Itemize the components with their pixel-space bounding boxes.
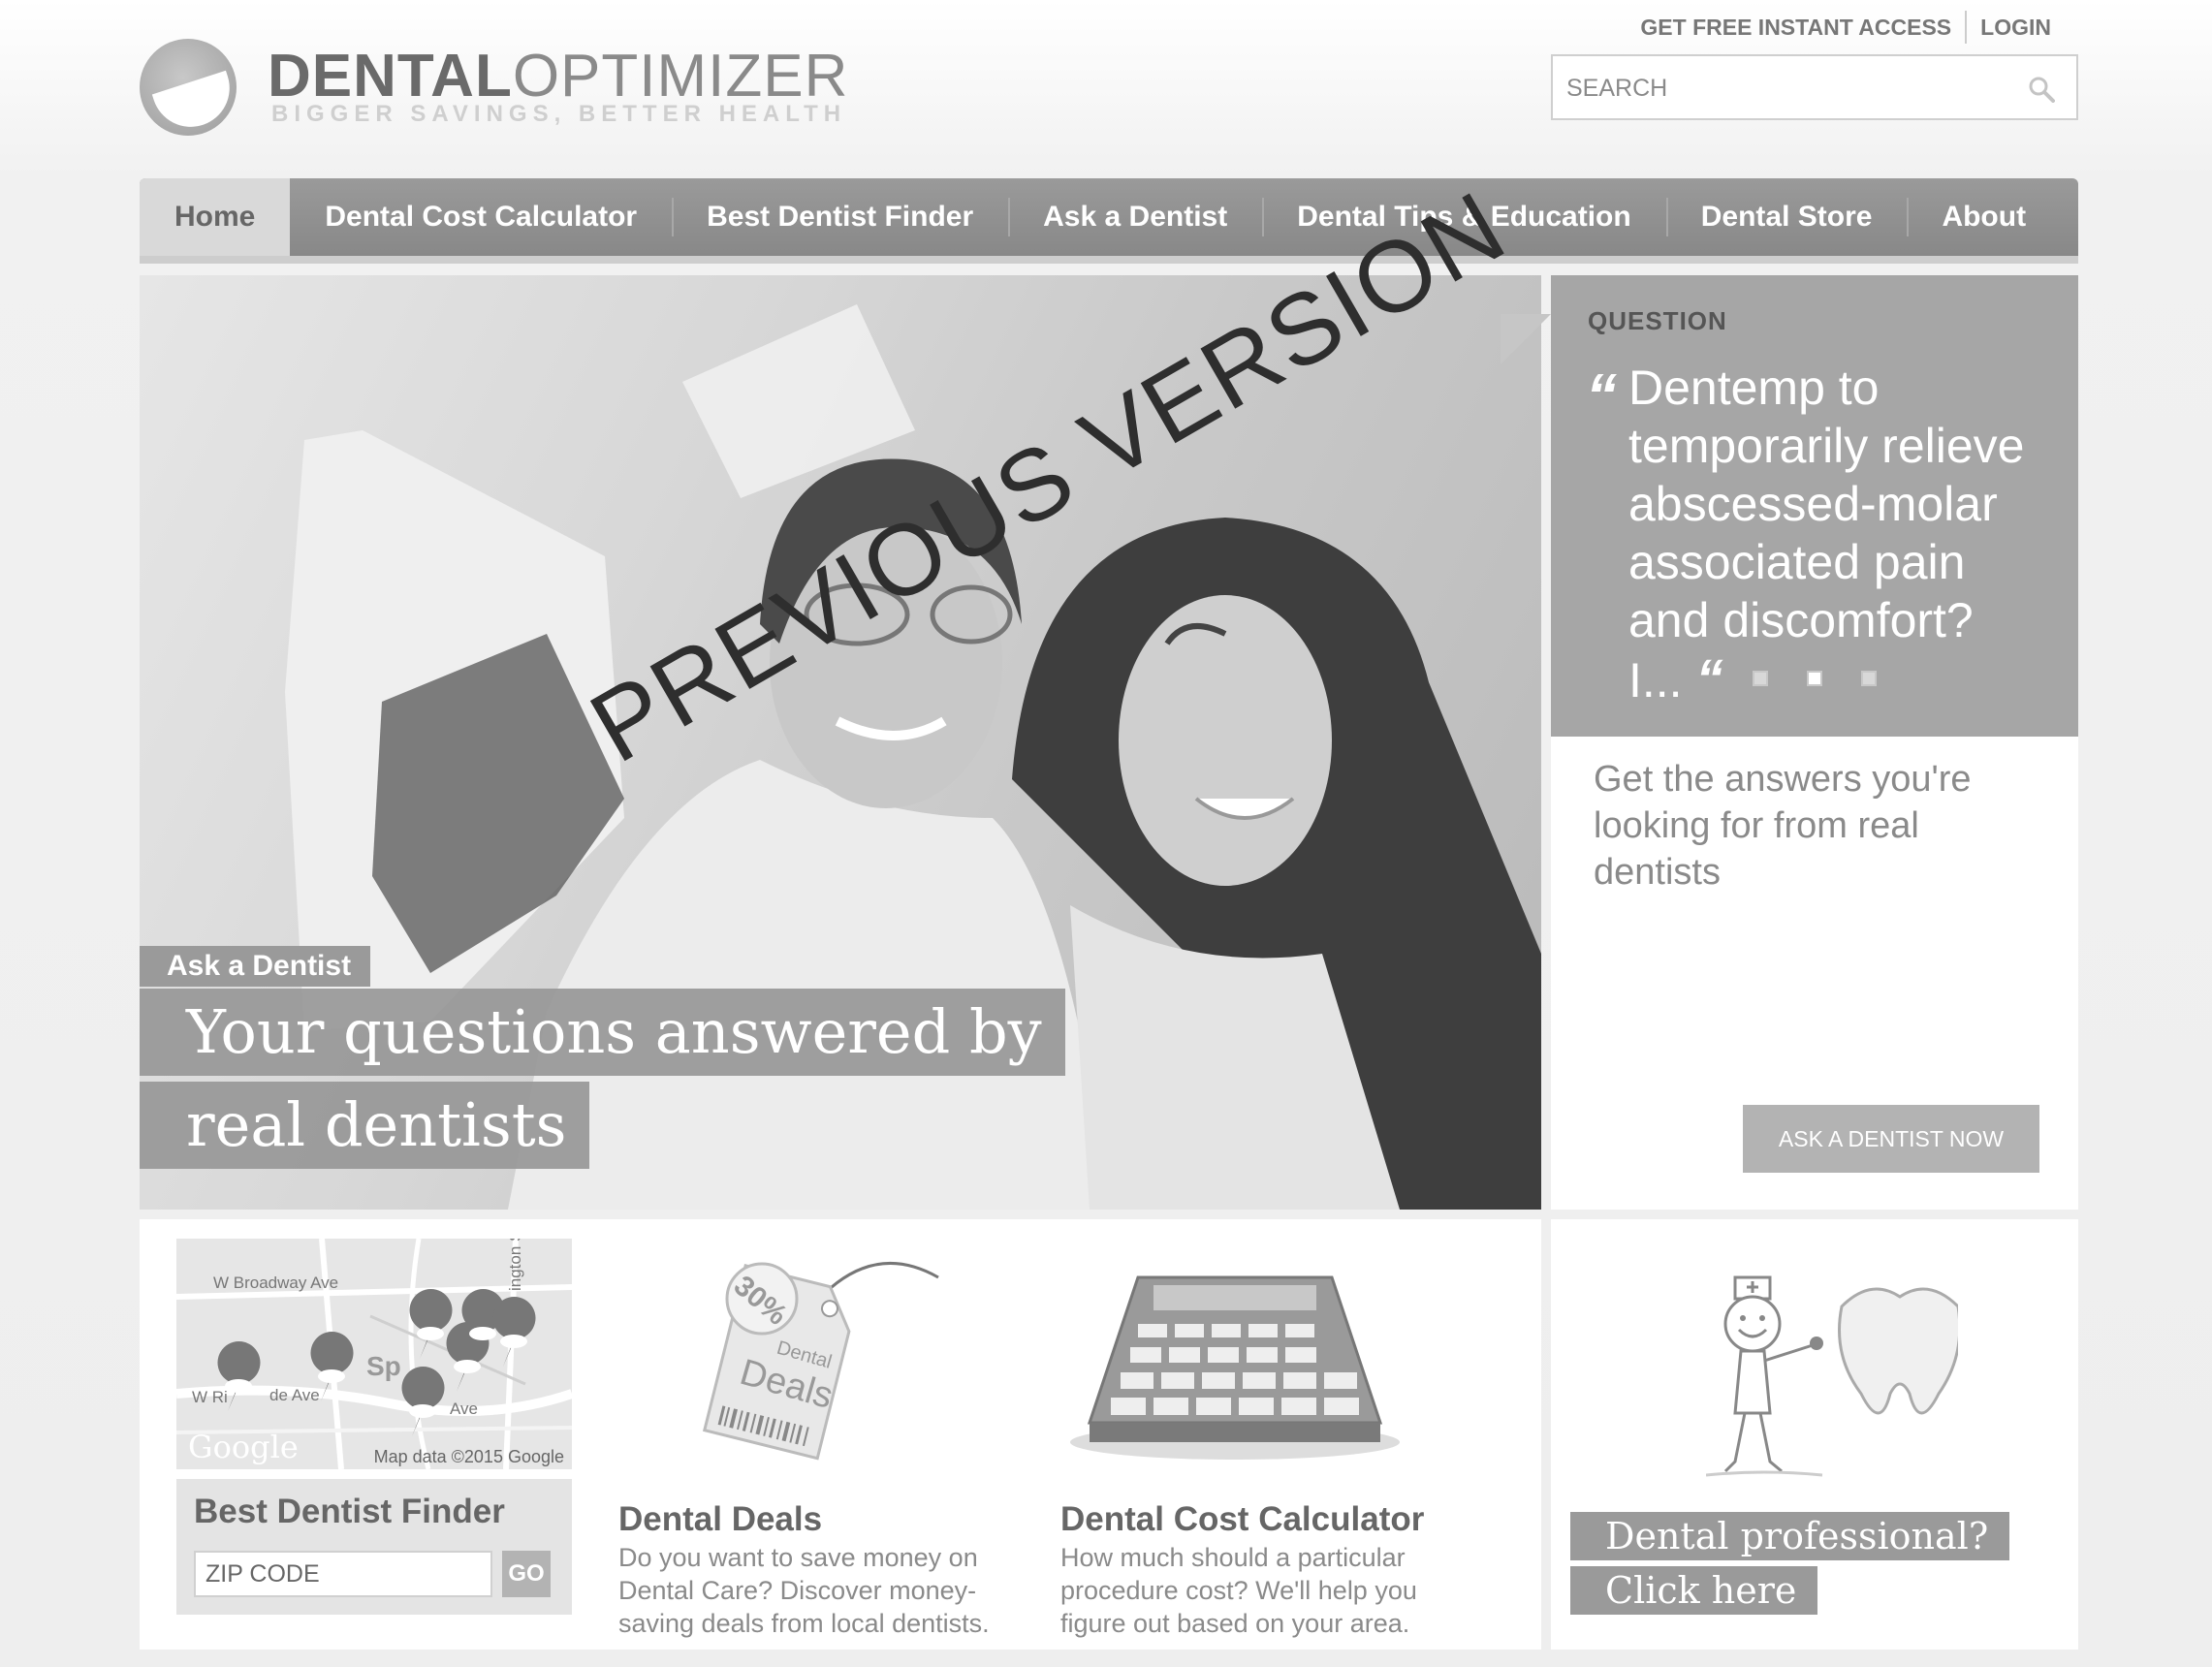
nav-item-ask-a-dentist[interactable]: Ask a Dentist bbox=[1008, 178, 1262, 256]
search-icon[interactable] bbox=[2028, 76, 2055, 103]
map-road-label: W Ri bbox=[192, 1388, 228, 1406]
hero-headline-line1: Your questions answered by bbox=[140, 989, 1065, 1076]
ask-a-dentist-now-button[interactable]: ASK A DENTIST NOW bbox=[1743, 1105, 2039, 1173]
logo-tagline: BIGGER SAVINGS, BETTER HEALTH bbox=[271, 101, 847, 127]
hero-banner[interactable]: Ask a Dentist Your questions answered by… bbox=[140, 275, 1541, 1210]
hero-headline-line2: real dentists bbox=[140, 1082, 590, 1169]
nav-item-best-dentist-finder[interactable]: Best Dentist Finder bbox=[672, 178, 1008, 256]
dental-professional-line1[interactable]: Dental professional? bbox=[1570, 1512, 2010, 1560]
dental-cost-calculator-description: How much should a particular procedure c… bbox=[1060, 1543, 1417, 1638]
logo[interactable]: DENTALOPTIMIZER BIGGER SAVINGS, BETTER H… bbox=[140, 37, 847, 143]
map-city-label: Sp bbox=[366, 1351, 401, 1381]
map-road-label: de Ave bbox=[269, 1386, 320, 1404]
logo-mark-icon bbox=[140, 39, 237, 136]
question-label: QUESTION bbox=[1588, 306, 1727, 335]
top-links: GET FREE INSTANT ACCESS LOGIN bbox=[1640, 10, 2051, 45]
go-button[interactable]: GO bbox=[502, 1551, 551, 1597]
login-link[interactable]: LOGIN bbox=[1980, 15, 2051, 41]
get-free-access-link[interactable]: GET FREE INSTANT ACCESS bbox=[1640, 15, 1951, 41]
hero-eyebrow: Ask a Dentist bbox=[140, 946, 371, 987]
nav-item-dental-tips-education[interactable]: Dental Tips & Education bbox=[1262, 178, 1666, 256]
best-dentist-finder: Best Dentist Finder GO bbox=[176, 1479, 572, 1615]
dental-deals-description: Do you want to save money on Dental Care… bbox=[618, 1543, 990, 1638]
nav-item-dental-cost-calculator[interactable]: Dental Cost Calculator bbox=[290, 178, 672, 256]
deals-tag-icon: 30% Dental Deals bbox=[702, 1262, 939, 1461]
dentist-cartoon-icon bbox=[1706, 1275, 1958, 1477]
question-text: Dentemp to temporarily relieve abscessed… bbox=[1628, 361, 2025, 708]
zip-code-input[interactable] bbox=[194, 1551, 492, 1597]
panel-notch bbox=[1501, 314, 1551, 364]
carousel-dot-3[interactable] bbox=[1861, 671, 1877, 686]
divider bbox=[1965, 11, 1968, 44]
dental-professional-click-here[interactable]: Click here bbox=[1570, 1566, 1818, 1615]
question-subtext: Get the answers you're looking for from … bbox=[1594, 759, 1972, 893]
features-section: W Broadway Ave W Ri de Ave Ave ington St… bbox=[140, 1219, 1541, 1650]
nav-item-dental-store[interactable]: Dental Store bbox=[1665, 178, 1908, 256]
main-nav: Home Dental Cost Calculator Best Dentist… bbox=[140, 178, 2078, 264]
open-quote-icon: “ bbox=[1586, 361, 1617, 430]
dental-deals-title: Dental Deals bbox=[618, 1500, 823, 1538]
carousel-dot-1[interactable] bbox=[1753, 671, 1768, 686]
close-quote-icon: “ bbox=[1695, 647, 1723, 708]
dentist-map[interactable]: W Broadway Ave W Ri de Ave Ave ington St… bbox=[176, 1239, 572, 1469]
dental-cost-calculator-title: Dental Cost Calculator bbox=[1060, 1500, 1425, 1538]
carousel-dot-2[interactable] bbox=[1807, 671, 1822, 686]
finder-title: Best Dentist Finder bbox=[194, 1493, 505, 1530]
search-input[interactable] bbox=[1566, 70, 2012, 107]
dental-professional-card[interactable]: Dental professional? Click here bbox=[1551, 1219, 2078, 1650]
google-logo: Google bbox=[188, 1429, 299, 1465]
map-credit: Map data ©2015 Google bbox=[373, 1447, 564, 1466]
carousel-dots bbox=[1753, 671, 1877, 686]
calculator-icon bbox=[1070, 1275, 1400, 1460]
map-road-label: W Broadway Ave bbox=[213, 1274, 339, 1292]
nav-item-home[interactable]: Home bbox=[140, 178, 291, 256]
map-road-label: Ave bbox=[450, 1400, 478, 1418]
question-carousel[interactable]: QUESTION “ Dentemp to temporarily reliev… bbox=[1551, 275, 2078, 737]
question-panel: QUESTION “ Dentemp to temporarily reliev… bbox=[1551, 275, 2078, 1210]
map-road-label: ington St bbox=[506, 1239, 524, 1291]
nav-item-about[interactable]: About bbox=[1907, 178, 2061, 256]
search-box bbox=[1551, 54, 2078, 120]
